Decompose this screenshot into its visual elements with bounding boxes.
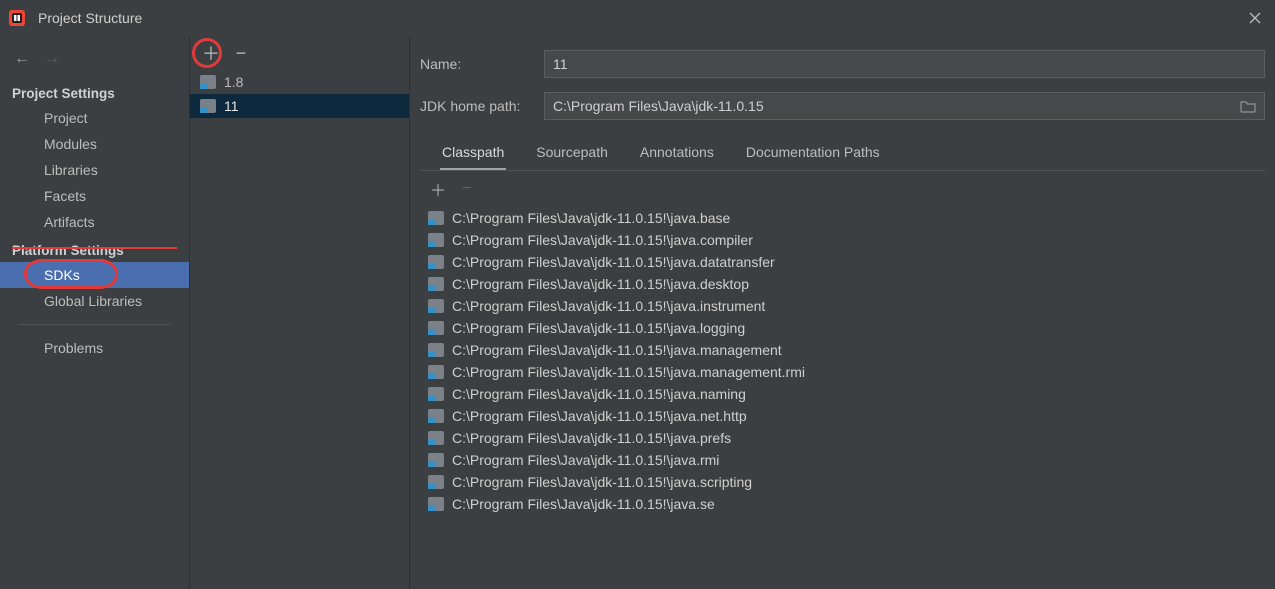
sdk-list-toolbar: ＋ −: [190, 36, 409, 70]
classpath-row[interactable]: C:\Program Files\Java\jdk-11.0.15!\java.…: [420, 317, 1265, 339]
nav-item-project[interactable]: Project: [0, 105, 189, 131]
section-platform-settings-label: Platform Settings: [12, 243, 124, 258]
nav-item-global-libraries[interactable]: Global Libraries: [0, 288, 189, 314]
classpath-path: C:\Program Files\Java\jdk-11.0.15!\java.…: [452, 386, 746, 402]
classpath-row[interactable]: C:\Program Files\Java\jdk-11.0.15!\java.…: [420, 361, 1265, 383]
forward-icon[interactable]: →: [44, 50, 60, 68]
nav-item-sdks[interactable]: SDKs: [0, 262, 189, 288]
classpath-path: C:\Program Files\Java\jdk-11.0.15!\java.…: [452, 474, 752, 490]
nav-item-problems[interactable]: Problems: [0, 335, 189, 361]
home-path-input[interactable]: [544, 92, 1231, 120]
folder-icon: [428, 321, 444, 335]
section-project-settings: Project Settings: [0, 78, 189, 105]
tab-classpath[interactable]: Classpath: [440, 138, 506, 170]
tab-documentation-paths[interactable]: Documentation Paths: [744, 138, 882, 170]
classpath-row[interactable]: C:\Program Files\Java\jdk-11.0.15!\java.…: [420, 383, 1265, 405]
classpath-path: C:\Program Files\Java\jdk-11.0.15!\java.…: [452, 232, 753, 248]
sdk-details-panel: Name: JDK home path: Classpath Sourcepath…: [410, 36, 1275, 589]
classpath-path: C:\Program Files\Java\jdk-11.0.15!\java.…: [452, 408, 747, 424]
nav-item-modules[interactable]: Modules: [0, 131, 189, 157]
folder-icon: [428, 431, 444, 445]
classpath-path: C:\Program Files\Java\jdk-11.0.15!\java.…: [452, 298, 765, 314]
classpath-row[interactable]: C:\Program Files\Java\jdk-11.0.15!\java.…: [420, 471, 1265, 493]
name-label: Name:: [420, 56, 532, 72]
folder-icon: [200, 75, 216, 89]
folder-icon: [428, 453, 444, 467]
nav-item-artifacts[interactable]: Artifacts: [0, 209, 189, 235]
classpath-row[interactable]: C:\Program Files\Java\jdk-11.0.15!\java.…: [420, 251, 1265, 273]
nav-item-libraries[interactable]: Libraries: [0, 157, 189, 183]
classpath-path: C:\Program Files\Java\jdk-11.0.15!\java.…: [452, 496, 715, 512]
browse-home-button[interactable]: [1231, 92, 1265, 120]
window-title: Project Structure: [38, 10, 142, 26]
tab-sourcepath[interactable]: Sourcepath: [534, 138, 610, 170]
sdk-name: 1.8: [224, 74, 243, 90]
folder-icon: [428, 299, 444, 313]
titlebar: Project Structure: [0, 0, 1275, 36]
add-sdk-button[interactable]: ＋: [202, 40, 220, 66]
folder-icon: [428, 365, 444, 379]
sdk-tabs: Classpath Sourcepath Annotations Documentat…: [420, 138, 1265, 171]
home-label: JDK home path:: [420, 98, 532, 114]
sdk-row[interactable]: 11: [190, 94, 409, 118]
folder-icon: [428, 343, 444, 357]
remove-classpath-button[interactable]: −: [462, 180, 471, 198]
folder-icon: [200, 99, 216, 113]
sdk-row[interactable]: 1.8: [190, 70, 409, 94]
folder-icon: [428, 387, 444, 401]
back-icon[interactable]: ←: [14, 50, 30, 68]
name-row: Name:: [420, 50, 1265, 78]
classpath-row[interactable]: C:\Program Files\Java\jdk-11.0.15!\java.…: [420, 207, 1265, 229]
classpath-path: C:\Program Files\Java\jdk-11.0.15!\java.…: [452, 254, 775, 270]
classpath-row[interactable]: C:\Program Files\Java\jdk-11.0.15!\java.…: [420, 273, 1265, 295]
folder-icon: [428, 475, 444, 489]
classpath-row[interactable]: C:\Program Files\Java\jdk-11.0.15!\java.…: [420, 295, 1265, 317]
classpath-path: C:\Program Files\Java\jdk-11.0.15!\java.…: [452, 320, 745, 336]
add-classpath-button[interactable]: ＋: [430, 177, 446, 201]
classpath-path: C:\Program Files\Java\jdk-11.0.15!\java.…: [452, 342, 782, 358]
classpath-row[interactable]: C:\Program Files\Java\jdk-11.0.15!\java.…: [420, 339, 1265, 361]
classpath-row[interactable]: C:\Program Files\Java\jdk-11.0.15!\java.…: [420, 427, 1265, 449]
folder-icon: [428, 233, 444, 247]
folder-icon: [428, 277, 444, 291]
classpath-path: C:\Program Files\Java\jdk-11.0.15!\java.…: [452, 276, 749, 292]
classpath-toolbar: ＋ −: [420, 171, 1265, 207]
section-platform-settings: Platform Settings: [0, 235, 189, 262]
tab-annotations[interactable]: Annotations: [638, 138, 716, 170]
folder-open-icon: [1240, 99, 1256, 113]
classpath-path: C:\Program Files\Java\jdk-11.0.15!\java.…: [452, 210, 730, 226]
classpath-row[interactable]: C:\Program Files\Java\jdk-11.0.15!\java.…: [420, 493, 1265, 515]
classpath-row[interactable]: C:\Program Files\Java\jdk-11.0.15!\java.…: [420, 405, 1265, 427]
app-icon: [8, 9, 26, 27]
left-nav: ← → Project Settings ProjectModulesLibra…: [0, 36, 190, 589]
classpath-path: C:\Program Files\Java\jdk-11.0.15!\java.…: [452, 452, 719, 468]
classpath-row[interactable]: C:\Program Files\Java\jdk-11.0.15!\java.…: [420, 449, 1265, 471]
close-icon[interactable]: [1243, 6, 1267, 30]
name-input[interactable]: [544, 50, 1265, 78]
nav-item-facets[interactable]: Facets: [0, 183, 189, 209]
home-row: JDK home path:: [420, 92, 1265, 120]
sdk-list-panel: ＋ − 1.8 11: [190, 36, 410, 589]
classpath-path: C:\Program Files\Java\jdk-11.0.15!\java.…: [452, 364, 805, 380]
sdk-list[interactable]: 1.8 11: [190, 70, 409, 589]
classpath-list[interactable]: C:\Program Files\Java\jdk-11.0.15!\java.…: [420, 207, 1265, 589]
remove-sdk-button[interactable]: −: [232, 43, 250, 64]
classpath-row[interactable]: C:\Program Files\Java\jdk-11.0.15!\java.…: [420, 229, 1265, 251]
sdk-name: 11: [224, 98, 239, 114]
folder-icon: [428, 211, 444, 225]
classpath-path: C:\Program Files\Java\jdk-11.0.15!\java.…: [452, 430, 731, 446]
folder-icon: [428, 255, 444, 269]
nav-history: ← →: [0, 36, 189, 78]
folder-icon: [428, 409, 444, 423]
nav-separator: [18, 324, 171, 325]
folder-icon: [428, 497, 444, 511]
